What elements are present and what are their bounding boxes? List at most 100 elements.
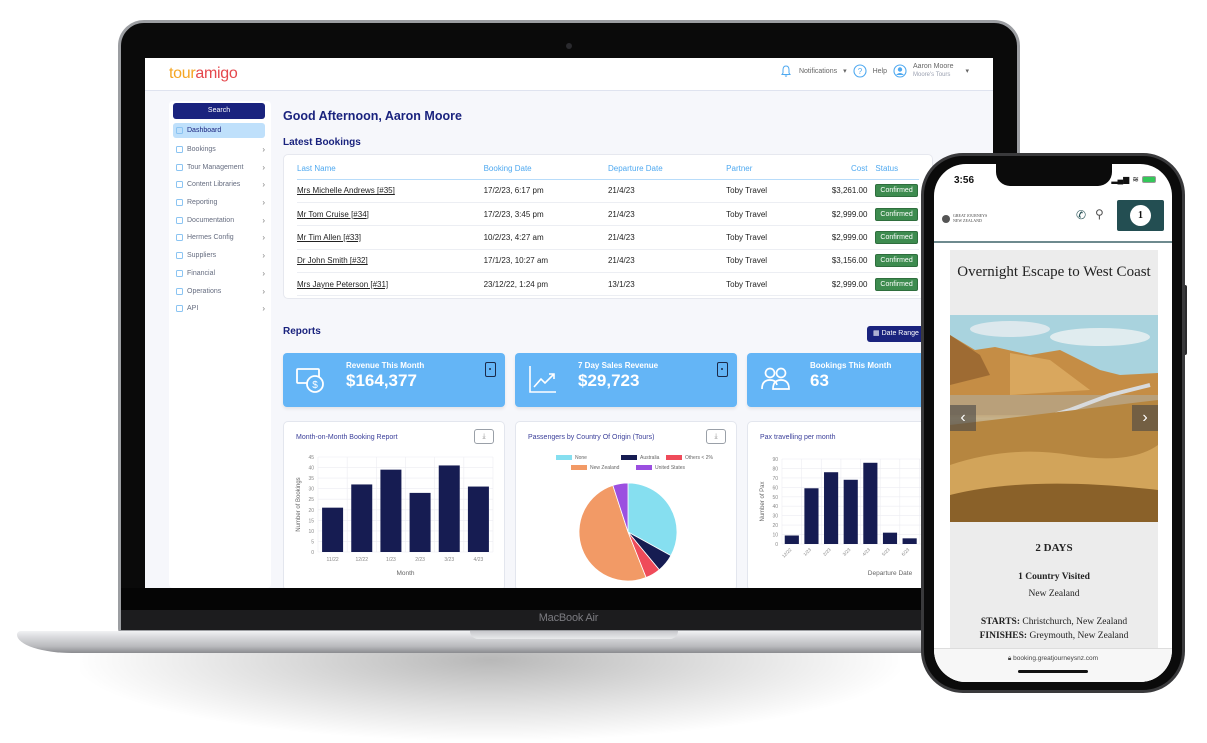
- download-button[interactable]: ⤓: [706, 429, 726, 444]
- carousel-prev-button[interactable]: ‹: [950, 405, 976, 431]
- cell-cost: $2,999.00: [813, 272, 876, 297]
- sidebar-item-dashboard[interactable]: Dashboard: [173, 123, 265, 138]
- cell-departure-date: 13/1/23: [607, 272, 727, 297]
- column-header[interactable]: Last Name: [297, 159, 484, 180]
- sidebar-item-suppliers[interactable]: Suppliers ›: [173, 247, 265, 265]
- top-bar: touramigo Notifications ▾ ? Help Aaron M…: [145, 58, 993, 91]
- user-menu[interactable]: Aaron Moore Moore's Tours: [913, 63, 953, 79]
- cell-booking-date: 17/2/23, 6:17 pm: [483, 179, 608, 203]
- sidebar-item-reporting[interactable]: Reporting ›: [173, 194, 265, 212]
- cell-cost: $3,261.00: [813, 179, 876, 203]
- column-header[interactable]: Partner: [726, 159, 814, 180]
- y-tick-label: 5: [311, 539, 314, 545]
- cell-name: Mr Tim Allen [#33]: [297, 225, 484, 250]
- cell-booking-date: 23/12/22, 1:24 pm: [483, 272, 608, 297]
- search-button[interactable]: Search: [173, 103, 265, 119]
- y-tick-label: 45: [308, 455, 314, 461]
- legend-label: Australia: [640, 455, 660, 461]
- user-caret-icon[interactable]: ▾: [965, 67, 969, 75]
- sidebar-item-documentation[interactable]: Documentation ›: [173, 211, 265, 229]
- booking-link[interactable]: Dr John Smith [#32]: [297, 256, 368, 265]
- cell-departure-date: 21/4/23: [607, 179, 727, 203]
- bar: [380, 469, 402, 552]
- legend-swatch: [636, 465, 652, 470]
- sidebar-item-financial[interactable]: Financial ›: [173, 265, 265, 283]
- download-button[interactable]: ⤓: [474, 429, 494, 444]
- kpi-card-7day-sales: 7 Day Sales Revenue $29,723: [515, 353, 737, 407]
- app-logo[interactable]: touramigo: [169, 65, 238, 83]
- download-icon: ⤓: [482, 433, 486, 440]
- sidebar-item-bookings[interactable]: Bookings ›: [173, 141, 265, 159]
- cell-partner: Toby Travel: [726, 179, 814, 203]
- bell-icon[interactable]: [779, 64, 793, 78]
- legend-swatch: [571, 465, 587, 470]
- y-tick-label: 30: [772, 514, 778, 520]
- countries-visited: 1 Country Visited: [1018, 572, 1090, 582]
- store-icon: [176, 252, 183, 260]
- y-tick-label: 40: [308, 466, 314, 472]
- help-link[interactable]: Help: [873, 68, 887, 75]
- sidebar-item-content-libraries[interactable]: Content Libraries ›: [173, 176, 265, 194]
- cell-name: Mrs Jayne Peterson [#31]: [297, 272, 484, 297]
- sidebar-item-hermes-config[interactable]: Hermes Config ›: [173, 229, 265, 247]
- bookings-bar-chart: 0 5 10 15 20 25 30 35 40 45 11/22 12/22 1/23 2/23 3/23…: [296, 455, 494, 577]
- table-row: Mrs Jayne Peterson [#31] 23/12/22, 1:24 p…: [297, 272, 919, 297]
- sidebar-item-label: API: [187, 305, 199, 313]
- chevron-right-icon: ›: [262, 180, 265, 190]
- x-tick-label: 1/23: [802, 547, 812, 557]
- x-tick-label: 6/23: [901, 547, 911, 557]
- cell-partner: Toby Travel: [726, 249, 814, 274]
- help-icon[interactable]: ?: [853, 64, 867, 78]
- user-name: Aaron Moore: [913, 63, 954, 70]
- cart-button[interactable]: 1: [1117, 200, 1164, 231]
- trend-up-icon: [529, 366, 556, 393]
- sidebar-item-operations[interactable]: Operations ›: [173, 282, 265, 300]
- cell-name: Mrs Michelle Andrews [#35]: [297, 179, 484, 203]
- column-header[interactable]: Cost: [813, 159, 876, 180]
- column-header[interactable]: Booking Date: [483, 159, 608, 180]
- x-tick-label: 2/23: [822, 547, 832, 557]
- sidebar-item-label: Hermes Config: [187, 234, 234, 242]
- site-logo[interactable]: GREAT JOURNEYS NEW ZEALAND: [942, 213, 987, 223]
- bar: [467, 486, 489, 552]
- sidebar-item-api[interactable]: API ›: [173, 300, 265, 318]
- column-header[interactable]: Status: [875, 159, 919, 180]
- carousel-next-button[interactable]: ›: [1132, 405, 1158, 431]
- chevron-right-icon: ›: [262, 251, 265, 261]
- search-icon[interactable]: ⚲: [1095, 207, 1104, 221]
- y-tick-label: 0: [311, 550, 314, 556]
- gear-icon: [176, 234, 183, 242]
- browser-url-bar[interactable]: 🔒︎ booking.greatjourneysnz.com: [934, 648, 1172, 682]
- phone-call-icon[interactable]: ✆: [1076, 208, 1086, 222]
- x-axis-label: Departure Date: [868, 570, 913, 577]
- battery-icon: [1142, 176, 1156, 183]
- legend-label: Others < 2%: [685, 455, 713, 461]
- sidebar-item-label: Documentation: [187, 216, 235, 224]
- chart-card-bookings: 0 5 10 15 20 25 30 35 40 45 11/22 12/22 1/23 2/23 3/23…: [283, 421, 505, 588]
- cell-partner: Toby Travel: [726, 272, 814, 297]
- bar: [902, 538, 917, 544]
- user-avatar-icon[interactable]: [893, 64, 907, 78]
- booking-link[interactable]: Mr Tim Allen [#33]: [297, 233, 361, 242]
- site-header: GREAT JOURNEYS NEW ZEALAND ✆ ⚲ 1: [934, 198, 1172, 243]
- cell-partner: Toby Travel: [726, 202, 814, 227]
- legend-label: None: [575, 455, 587, 461]
- column-header[interactable]: Departure Date: [607, 159, 727, 180]
- passengers-pie-chart: None Australia Others < 2% New Zealand Unite…: [556, 455, 713, 582]
- wifi-icon: ≋: [1132, 175, 1139, 184]
- booking-link[interactable]: Mr Tom Cruise [#34]: [297, 210, 369, 219]
- chevron-right-icon: ›: [262, 286, 265, 296]
- booking-link[interactable]: Mrs Michelle Andrews [#35]: [297, 186, 395, 195]
- sidebar-item-tour-management[interactable]: Tour Management ›: [173, 158, 265, 176]
- booking-link[interactable]: Mrs Jayne Peterson [#31]: [297, 280, 388, 289]
- bar: [322, 507, 344, 552]
- laptop-shadow: [80, 640, 900, 740]
- sidebar-item-label: Financial: [187, 269, 216, 277]
- notifications-menu[interactable]: Notifications: [799, 68, 837, 75]
- chevron-right-icon: ›: [262, 304, 265, 314]
- home-indicator[interactable]: [1018, 670, 1088, 673]
- kpi-menu-button[interactable]: [717, 362, 728, 377]
- country-name: New Zealand: [1028, 589, 1080, 599]
- kpi-menu-button[interactable]: [485, 362, 496, 377]
- table-row: Mrs Michelle Andrews [#35] 17/2/23, 6:17 …: [297, 179, 919, 203]
